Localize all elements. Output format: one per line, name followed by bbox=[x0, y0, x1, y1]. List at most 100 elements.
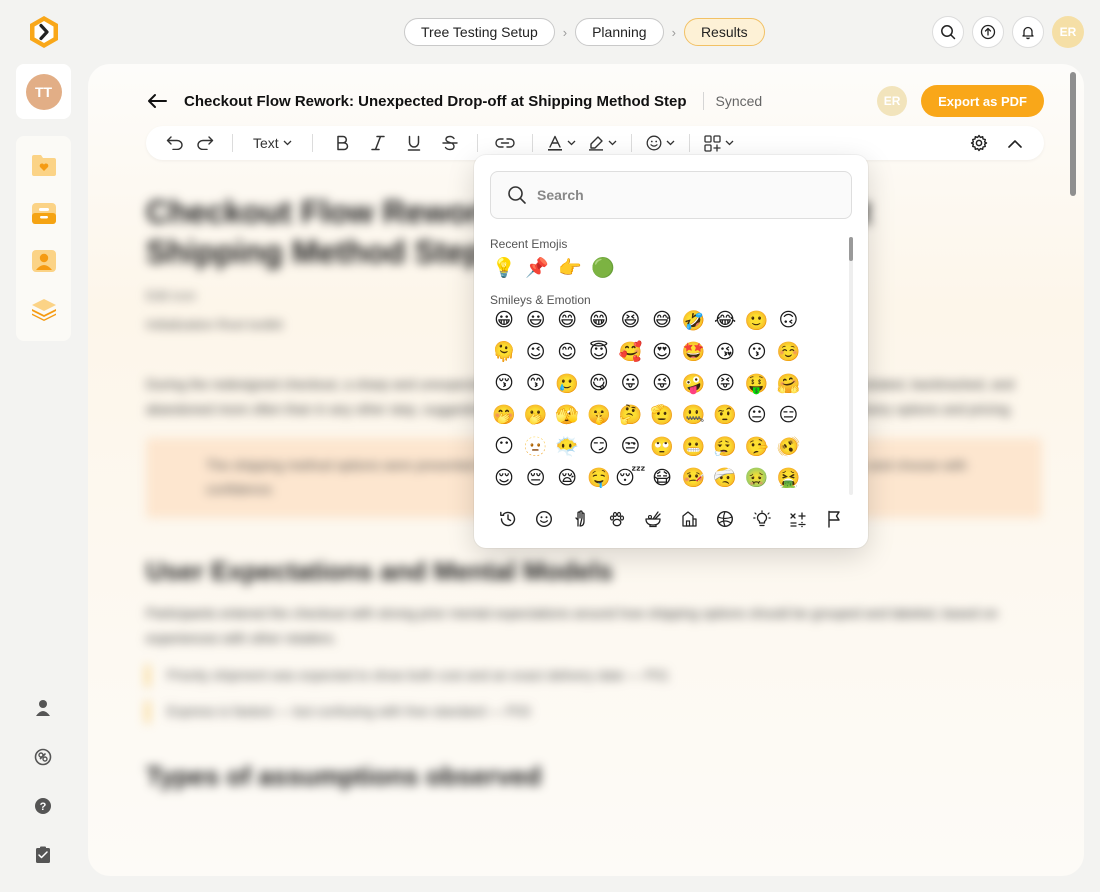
emoji[interactable]: 😘 bbox=[711, 338, 739, 366]
emoji[interactable]: 🤣 bbox=[680, 306, 708, 334]
settings-button[interactable] bbox=[966, 131, 992, 155]
emoji[interactable]: 😚 bbox=[490, 369, 518, 397]
emoji[interactable]: 🤗 bbox=[774, 369, 802, 397]
emoji-scrollbar[interactable] bbox=[849, 237, 853, 495]
collaborator-avatar[interactable]: ER bbox=[877, 86, 908, 116]
emoji[interactable]: 😌 bbox=[490, 464, 518, 492]
strikethrough-button[interactable] bbox=[437, 131, 463, 155]
recent-emoji[interactable]: 📌 bbox=[523, 253, 551, 281]
emoji[interactable]: 🥲 bbox=[553, 369, 581, 397]
emoji[interactable]: 😪 bbox=[553, 464, 581, 492]
emoji[interactable]: 🤭 bbox=[490, 401, 518, 429]
emoji[interactable]: 🤢 bbox=[743, 464, 771, 492]
italic-button[interactable] bbox=[365, 131, 391, 155]
inbox-icon[interactable] bbox=[29, 198, 59, 228]
emoji[interactable]: 😙 bbox=[522, 369, 550, 397]
layers-icon[interactable] bbox=[29, 294, 59, 324]
step-tree-testing-setup[interactable]: Tree Testing Setup bbox=[404, 18, 555, 46]
emoji[interactable]: 😗 bbox=[743, 338, 771, 366]
share-button[interactable] bbox=[972, 16, 1004, 48]
app-logo[interactable] bbox=[26, 14, 62, 50]
emoji[interactable]: 🫣 bbox=[553, 401, 581, 429]
link-button[interactable] bbox=[492, 131, 518, 155]
emoji[interactable]: 😐 bbox=[743, 401, 771, 429]
text-style-dropdown[interactable]: Text bbox=[247, 131, 298, 155]
emoji[interactable]: 🫨 bbox=[774, 432, 802, 460]
hand-icon[interactable] bbox=[566, 506, 594, 532]
ball-icon[interactable] bbox=[711, 506, 739, 532]
emoji[interactable]: 🤨 bbox=[711, 401, 739, 429]
user-avatar[interactable]: ER bbox=[1052, 16, 1084, 48]
emoji[interactable]: 🫥 bbox=[522, 432, 550, 460]
emoji[interactable]: 😆 bbox=[616, 306, 644, 334]
emoji[interactable]: 🫡 bbox=[648, 401, 676, 429]
emoji[interactable]: 🤤 bbox=[585, 464, 613, 492]
emoji[interactable]: 🙃 bbox=[774, 306, 802, 334]
link-icon[interactable] bbox=[28, 746, 58, 768]
emoji[interactable]: 🫢 bbox=[522, 401, 550, 429]
bold-button[interactable] bbox=[329, 131, 355, 155]
emoji[interactable]: 😑 bbox=[774, 401, 802, 429]
person-icon[interactable] bbox=[28, 697, 58, 719]
user-card-icon[interactable] bbox=[29, 246, 59, 276]
emoji[interactable]: 😜 bbox=[648, 369, 676, 397]
emoji[interactable]: 😀 bbox=[490, 306, 518, 334]
emoji[interactable]: 🤥 bbox=[743, 432, 771, 460]
scrollbar[interactable] bbox=[1070, 72, 1076, 196]
sidebar-user[interactable]: TT bbox=[16, 64, 71, 119]
lightbulb-icon[interactable] bbox=[748, 506, 776, 532]
emoji[interactable]: 😬 bbox=[680, 432, 708, 460]
emoji[interactable]: ☺️ bbox=[774, 338, 802, 366]
highlight-dropdown[interactable] bbox=[588, 131, 617, 155]
food-bowl-icon[interactable] bbox=[639, 506, 667, 532]
emoji[interactable]: 🤪 bbox=[680, 369, 708, 397]
emoji[interactable]: 🫠 bbox=[490, 338, 518, 366]
emoji-dropdown[interactable] bbox=[646, 131, 675, 155]
emoji[interactable]: 🤒 bbox=[680, 464, 708, 492]
emoji[interactable]: 😇 bbox=[585, 338, 613, 366]
font-color-dropdown[interactable] bbox=[547, 131, 576, 155]
emoji[interactable]: 😋 bbox=[585, 369, 613, 397]
emoji[interactable]: 🙂 bbox=[743, 306, 771, 334]
recent-clock-icon[interactable] bbox=[494, 506, 522, 532]
collapse-toolbar-button[interactable] bbox=[1002, 131, 1028, 155]
back-button[interactable] bbox=[146, 89, 170, 113]
emoji[interactable]: 😉 bbox=[522, 338, 550, 366]
emoji[interactable]: 😂 bbox=[711, 306, 739, 334]
emoji[interactable]: 😅 bbox=[648, 306, 676, 334]
building-icon[interactable] bbox=[675, 506, 703, 532]
emoji[interactable]: 😶 bbox=[490, 432, 518, 460]
emoji[interactable]: 😛 bbox=[616, 369, 644, 397]
emoji[interactable]: 🤐 bbox=[680, 401, 708, 429]
emoji[interactable]: 😏 bbox=[585, 432, 613, 460]
emoji-search[interactable] bbox=[490, 171, 852, 219]
notifications-button[interactable] bbox=[1012, 16, 1044, 48]
folder-heart-icon[interactable] bbox=[29, 150, 59, 180]
help-icon[interactable]: ? bbox=[28, 795, 58, 817]
export-pdf-button[interactable]: Export as PDF bbox=[921, 85, 1044, 117]
emoji[interactable]: 😶‍🌫️ bbox=[553, 432, 581, 460]
flag-icon[interactable] bbox=[820, 506, 848, 532]
clipboard-icon[interactable] bbox=[28, 844, 58, 866]
step-results[interactable]: Results bbox=[683, 18, 765, 46]
symbols-icon[interactable] bbox=[784, 506, 812, 532]
redo-button[interactable] bbox=[192, 131, 218, 155]
emoji[interactable]: 🤩 bbox=[680, 338, 708, 366]
emoji[interactable]: 🤕 bbox=[711, 464, 739, 492]
recent-emoji[interactable]: 🟢 bbox=[589, 253, 617, 281]
emoji[interactable]: 😄 bbox=[553, 306, 581, 334]
emoji[interactable]: 😃 bbox=[522, 306, 550, 334]
emoji[interactable]: 😮‍💨 bbox=[711, 432, 739, 460]
emoji[interactable]: 🤑 bbox=[743, 369, 771, 397]
emoji-search-input[interactable] bbox=[537, 187, 837, 203]
underline-button[interactable] bbox=[401, 131, 427, 155]
search-button[interactable] bbox=[932, 16, 964, 48]
emoji[interactable]: 😍 bbox=[648, 338, 676, 366]
paw-icon[interactable] bbox=[603, 506, 631, 532]
emoji[interactable]: 😒 bbox=[616, 432, 644, 460]
emoji[interactable]: 😊 bbox=[553, 338, 581, 366]
undo-button[interactable] bbox=[162, 131, 188, 155]
step-planning[interactable]: Planning bbox=[575, 18, 664, 46]
emoji[interactable]: 😝 bbox=[711, 369, 739, 397]
scrollbar-thumb[interactable] bbox=[849, 237, 853, 261]
